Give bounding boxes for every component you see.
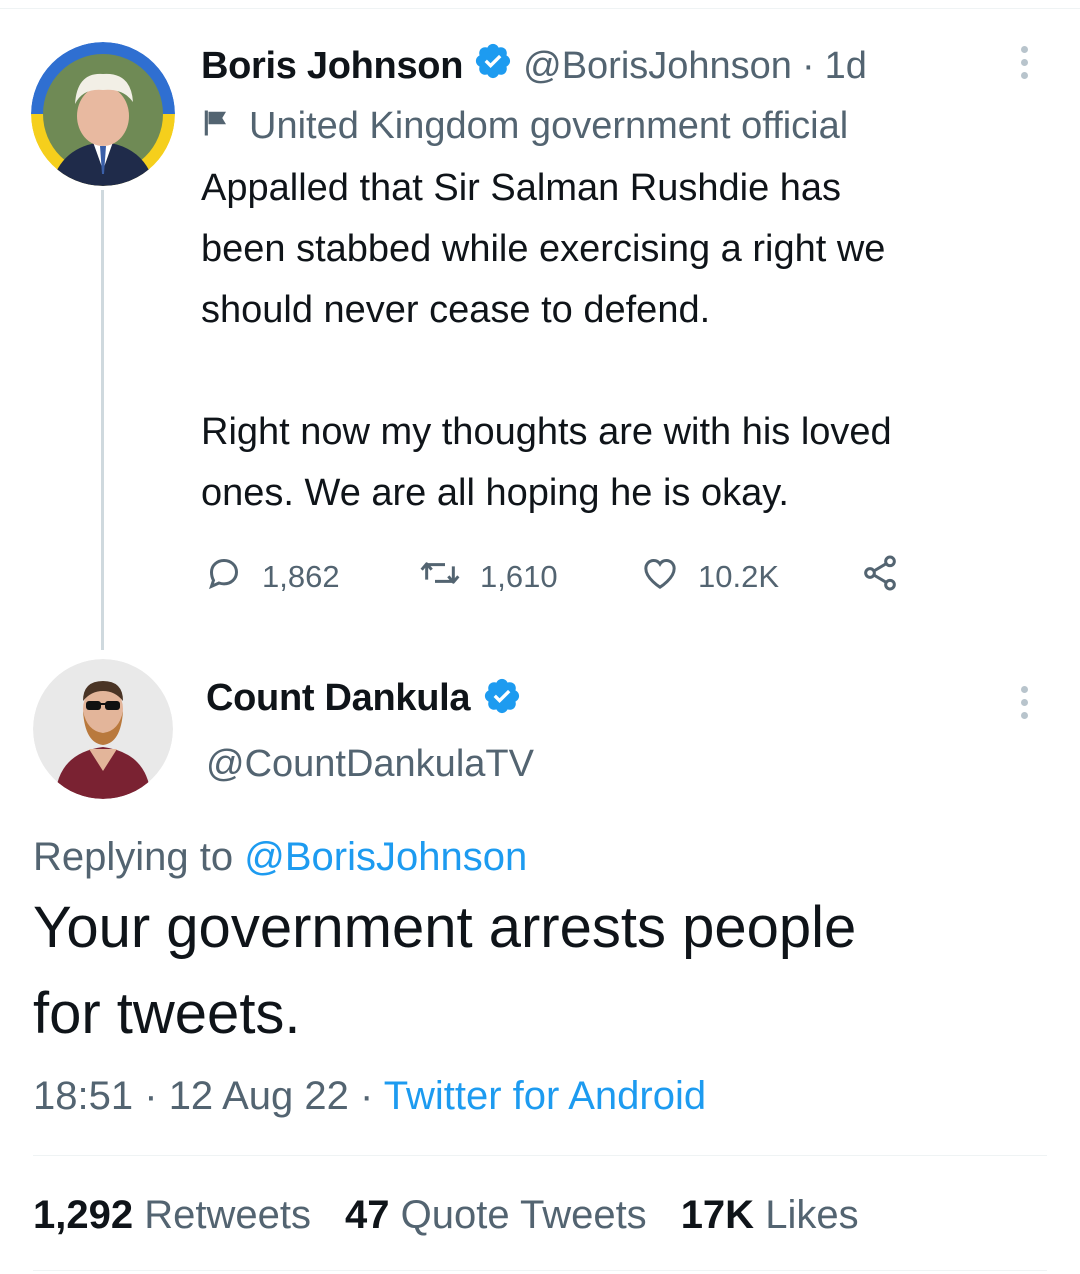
likes-label: Likes	[765, 1193, 859, 1237]
retweet-count: 1,610	[480, 559, 558, 594]
source-link[interactable]: Twitter for Android	[384, 1074, 706, 1118]
reply-date[interactable]: 12 Aug 22	[169, 1074, 349, 1118]
author-avatar[interactable]	[31, 42, 175, 186]
quote-tweets-stat[interactable]: 47 Quote Tweets	[345, 1189, 647, 1241]
like-action[interactable]: 10.2K	[640, 553, 779, 601]
verified-badge-icon	[482, 676, 522, 721]
meta-separator: ·	[360, 1074, 374, 1118]
reply-icon	[204, 553, 244, 601]
thread-connector	[101, 190, 104, 650]
retweet-action[interactable]: 1,610	[418, 553, 558, 601]
verified-badge-icon	[473, 41, 513, 91]
more-options-icon[interactable]	[1021, 46, 1028, 79]
share-icon[interactable]	[858, 553, 902, 598]
reply-action[interactable]: 1,862	[204, 553, 340, 601]
author-name[interactable]: Boris Johnson	[201, 45, 463, 88]
tweet-header: Boris Johnson @BorisJohnson · 1d	[201, 42, 867, 90]
replying-to-prefix: Replying to	[33, 835, 234, 879]
replying-to-handle-link[interactable]: @BorisJohnson	[244, 835, 527, 879]
replying-to: Replying to @BorisJohnson	[33, 832, 527, 882]
reply-author-name[interactable]: Count Dankula	[206, 677, 471, 720]
retweets-stat[interactable]: 1,292 Retweets	[33, 1189, 311, 1241]
quotes-count: 47	[344, 1193, 390, 1237]
flag-icon	[201, 105, 231, 148]
tweet-text: Appalled that Sir Salman Rushdie has bee…	[201, 167, 892, 514]
like-count: 10.2K	[698, 559, 780, 594]
reply-author-handle[interactable]: @CountDankulaTV	[206, 740, 534, 788]
reply-author-avatar[interactable]	[33, 659, 173, 799]
stats-divider-bottom	[33, 1270, 1047, 1271]
likes-count: 17K	[680, 1193, 755, 1237]
retweets-label: Retweets	[144, 1193, 311, 1237]
heart-icon	[640, 553, 680, 601]
header-separator: ·	[801, 44, 815, 87]
retweets-count: 1,292	[33, 1193, 134, 1237]
reply-meta: 18:51 · 12 Aug 22 · Twitter for Android	[33, 1071, 706, 1121]
retweet-icon	[418, 553, 462, 601]
engagement-stats: 1,292 Retweets 47 Quote Tweets 17K Likes	[33, 1189, 859, 1241]
tweet-age[interactable]: 1d	[825, 45, 867, 88]
meta-separator: ·	[144, 1074, 158, 1118]
author-handle[interactable]: @BorisJohnson	[523, 45, 792, 88]
likes-stat[interactable]: 17K Likes	[681, 1189, 859, 1241]
reply-header: Count Dankula	[206, 674, 522, 722]
reply-count: 1,862	[262, 559, 340, 594]
government-label: United Kingdom government official	[201, 102, 848, 150]
stats-divider-top	[33, 1155, 1047, 1156]
quotes-label: Quote Tweets	[400, 1193, 647, 1237]
government-label-text: United Kingdom government official	[249, 104, 849, 147]
reply-text: Your government arrests people for tweet…	[33, 895, 857, 1046]
top-divider	[0, 8, 1080, 9]
reply-time[interactable]: 18:51	[33, 1074, 133, 1118]
reply-more-options-icon[interactable]	[1021, 686, 1028, 719]
